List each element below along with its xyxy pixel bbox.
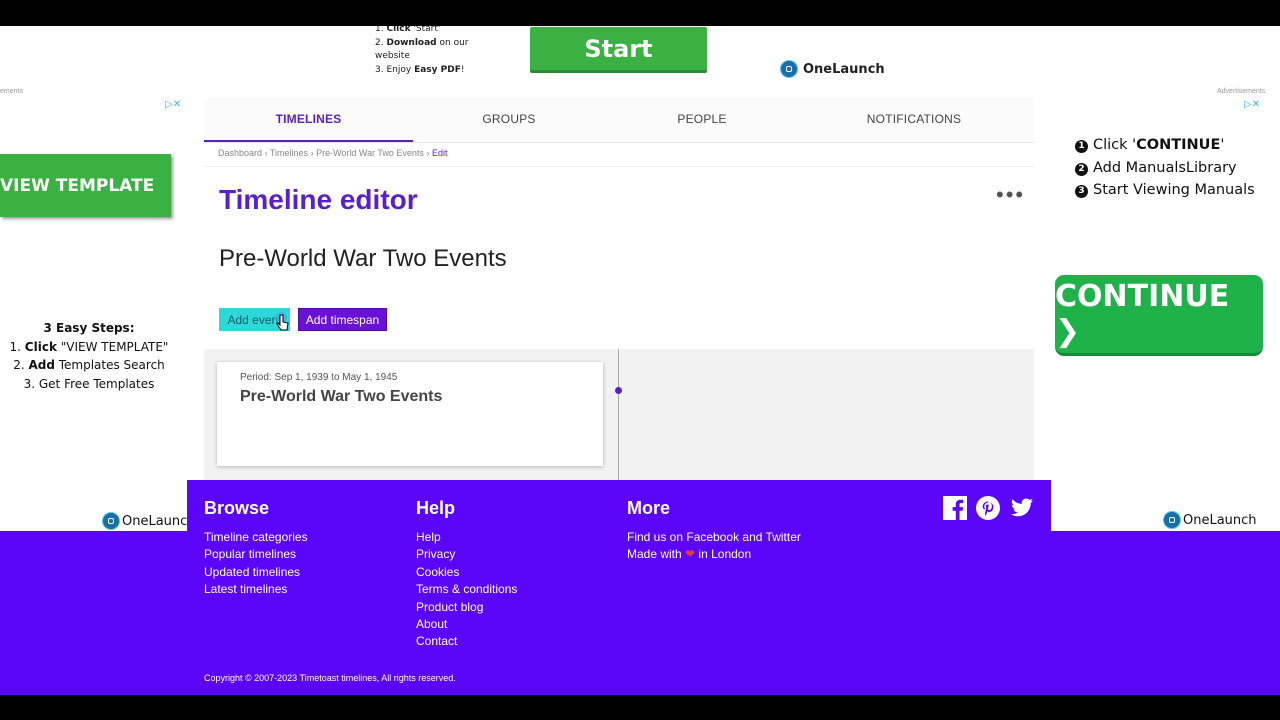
- footer-link[interactable]: Contact: [416, 633, 517, 650]
- right-ad-steps: 1 Click 'CONTINUE' 2 Add ManualsLibrary 3S…: [1075, 134, 1255, 202]
- continue-button[interactable]: CONTINUE ❯: [1055, 275, 1263, 356]
- footer-link[interactable]: Updated timelines: [204, 564, 308, 581]
- browser-viewport: 1. Click 'Start' 2. Download on our webs…: [0, 26, 1280, 695]
- right-ad-step-2: 2 Add ManualsLibrary: [1075, 157, 1255, 180]
- footer-find-us[interactable]: Find us on Facebook and Twitter: [627, 529, 801, 546]
- footer-link[interactable]: Privacy: [416, 546, 517, 563]
- twitter-icon[interactable]: [1009, 496, 1035, 520]
- footer-made-with: Made with ❤ in London: [627, 547, 752, 562]
- tab-timelines[interactable]: TIMELINES: [204, 98, 413, 142]
- onelaunch-label: OneLaunch: [1183, 512, 1257, 528]
- footer-link[interactable]: Help: [416, 529, 517, 546]
- left-ad-steps-title: 3 Easy Steps:: [43, 321, 135, 335]
- view-template-button[interactable]: VIEW TEMPLATE: [0, 154, 171, 217]
- timespan-card[interactable]: Period: Sep 1, 1939 to May 1, 1945 Pre-W…: [217, 362, 603, 466]
- right-ad-step-1: 1 Click 'CONTINUE': [1075, 134, 1255, 157]
- page-title: Timeline editor: [219, 184, 418, 215]
- adchoice-icon[interactable]: ▷✕: [165, 99, 181, 110]
- footer-browse: Browse Timeline categories Popular timel…: [204, 498, 308, 599]
- top-ad-step-3: 3. Enjoy Easy PDF!: [375, 64, 465, 75]
- tab-people[interactable]: PEOPLE: [605, 98, 799, 142]
- main-nav: TIMELINES GROUPS PEOPLE NOTIFICATIONS: [204, 98, 1034, 143]
- top-ad-steps: 1. Click 'Start' 2. Download on our webs…: [375, 26, 468, 77]
- breadcrumb: Dashboard › Timelines › Pre-World War Tw…: [218, 148, 448, 158]
- footer-browse-heading: Browse: [204, 498, 270, 518]
- timeline-marker[interactable]: [615, 387, 622, 394]
- breadcrumb-timelines[interactable]: Timelines: [270, 148, 308, 158]
- top-ad-step-1: 1. Click 'Start': [375, 26, 441, 34]
- left-ad-step-3: 3. Get Free Templates: [23, 376, 155, 391]
- footer-link[interactable]: Latest timelines: [204, 581, 308, 598]
- timespan-period: Period: Sep 1, 1939 to May 1, 1945: [240, 372, 398, 383]
- onelaunch-icon: [1164, 512, 1180, 528]
- tab-groups[interactable]: GROUPS: [413, 98, 605, 142]
- left-ad-step-1: 1. Click "VIEW TEMPLATE": [9, 339, 169, 354]
- more-menu-icon[interactable]: •••: [996, 184, 1025, 206]
- view-template-label: VIEW TEMPLATE: [0, 175, 155, 196]
- timespan-title: Pre-World War Two Events: [240, 388, 443, 405]
- ads-label-right: Advertisements: [1217, 88, 1266, 95]
- top-ad-step-2: 2. Download on our: [375, 37, 469, 48]
- tab-notifications[interactable]: NOTIFICATIONS: [799, 98, 1029, 142]
- right-ad-step-3: 3 Start Viewing Manuals: [1075, 179, 1255, 202]
- left-ad-step-2: 2. Add Templates Search: [13, 358, 165, 372]
- divider: [204, 166, 1034, 167]
- footer-help: Help Help Privacy Cookies Terms & condit…: [416, 498, 517, 651]
- top-ad-step-2-cont: website: [375, 51, 410, 61]
- footer-link[interactable]: Terms & conditions: [416, 581, 517, 598]
- footer-link[interactable]: Cookies: [416, 564, 517, 581]
- facebook-icon[interactable]: [943, 496, 967, 520]
- breadcrumb-timeline[interactable]: Pre-World War Two Events: [316, 148, 424, 158]
- breadcrumb-current: Edit: [431, 148, 448, 158]
- pinterest-icon[interactable]: [976, 496, 1000, 520]
- onelaunch-top-logo[interactable]: OneLaunch: [781, 61, 885, 77]
- left-ad-steps: 3 Easy Steps: 1. Click "VIEW TEMPLATE" 2…: [0, 319, 178, 393]
- footer-help-heading: Help: [416, 498, 456, 518]
- footer-link[interactable]: About: [416, 616, 517, 633]
- onelaunch-label: OneLaunch: [122, 513, 196, 529]
- copyright: Copyright © 2007-2023 Timetoast timeline…: [204, 673, 456, 683]
- footer-more: More Find us on Facebook and Twitter Mad…: [627, 498, 801, 564]
- onelaunch-left-logo[interactable]: OneLaunch: [103, 513, 196, 529]
- ads-label-left: ements: [0, 88, 23, 95]
- onelaunch-label: OneLaunch: [803, 61, 885, 77]
- timeline-name: Pre-World War Two Events: [219, 245, 507, 272]
- footer-top: [187, 480, 1051, 532]
- onelaunch-icon: [103, 513, 119, 529]
- hand-cursor-icon: [275, 312, 289, 331]
- number-3-icon: 3: [1075, 185, 1088, 198]
- number-2-icon: 2: [1075, 162, 1088, 176]
- timeline-axis: [618, 349, 619, 481]
- footer-more-heading: More: [627, 498, 671, 518]
- onelaunch-right-logo[interactable]: OneLaunch: [1164, 512, 1257, 528]
- number-1-icon: 1: [1075, 140, 1088, 153]
- ad-start-button[interactable]: Start: [530, 27, 707, 73]
- footer-link[interactable]: Popular timelines: [204, 546, 308, 563]
- onelaunch-icon: [781, 61, 797, 77]
- adchoice-icon[interactable]: ▷✕: [1244, 99, 1260, 110]
- timeline-editor-app: TIMELINES GROUPS PEOPLE NOTIFICATIONS Da…: [204, 98, 1034, 481]
- heart-icon: ❤: [685, 547, 696, 562]
- footer-link[interactable]: Product blog: [416, 599, 517, 616]
- timeline-canvas[interactable]: Period: Sep 1, 1939 to May 1, 1945 Pre-W…: [204, 349, 1034, 481]
- breadcrumb-dashboard[interactable]: Dashboard: [218, 148, 262, 158]
- add-timespan-button[interactable]: Add timespan: [298, 308, 387, 331]
- footer-link[interactable]: Timeline categories: [204, 529, 308, 546]
